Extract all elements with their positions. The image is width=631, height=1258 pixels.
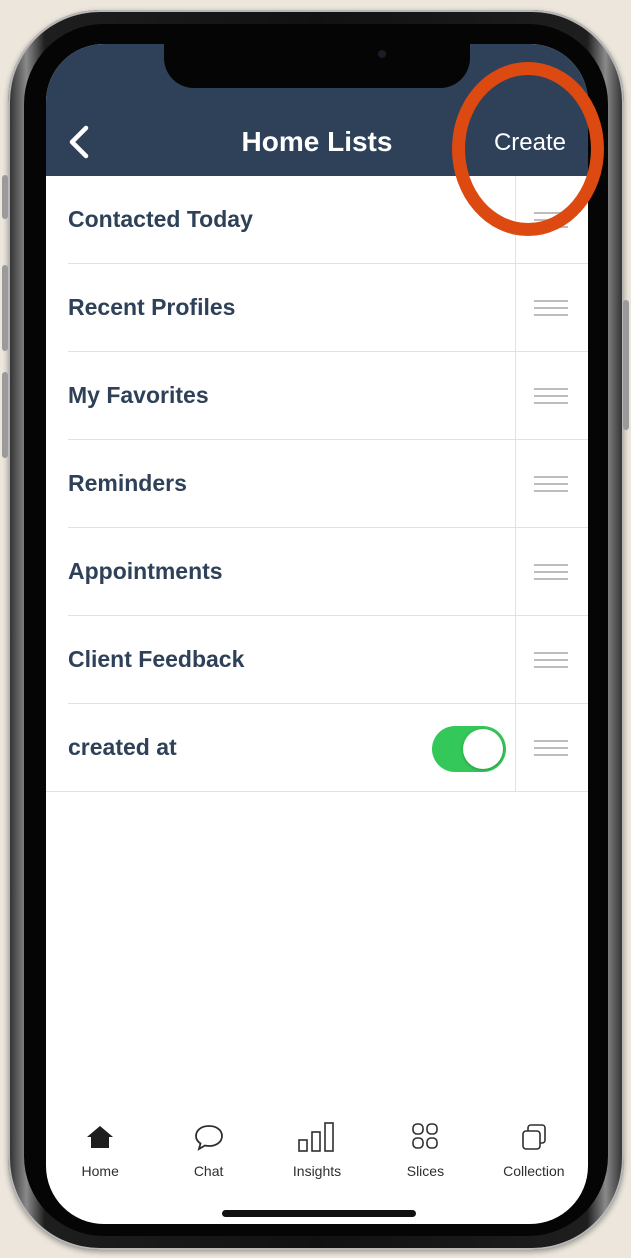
drag-handle-icon[interactable] xyxy=(534,564,568,580)
page-title: Home Lists xyxy=(241,126,393,157)
tab-label: Slices xyxy=(406,1163,445,1179)
list-item-label: Recent Profiles xyxy=(68,294,236,320)
drag-handle-cell xyxy=(515,616,588,704)
list-item-my-favorites[interactable]: My Favorites xyxy=(68,352,588,440)
drag-handle-icon[interactable] xyxy=(534,300,568,316)
list-item-contacted-today[interactable]: Contacted Today xyxy=(68,176,588,264)
tab-label: Insights xyxy=(292,1163,342,1179)
list-item-created-at[interactable]: created at xyxy=(46,704,588,792)
toggle-knob xyxy=(463,729,503,769)
list-item-reminders[interactable]: Reminders xyxy=(68,440,588,528)
drag-handle-cell xyxy=(515,264,588,352)
copy-icon xyxy=(522,1124,546,1150)
tab-home[interactable]: Home xyxy=(46,1118,154,1188)
drag-handle-icon[interactable] xyxy=(534,476,568,492)
drag-handle-cell xyxy=(515,352,588,440)
tab-collection[interactable]: Collection xyxy=(480,1118,588,1188)
list-item-label: Client Feedback xyxy=(68,646,245,672)
drag-handle-icon[interactable] xyxy=(534,740,568,756)
list-item-label: created at xyxy=(68,734,177,760)
screen: Home Lists Create Contacted Today Recent… xyxy=(46,44,588,1224)
tab-insights[interactable]: Insights xyxy=(263,1118,371,1188)
tab-bar: Home Chat Insights Slices Collection xyxy=(46,1118,588,1188)
drag-handle-cell xyxy=(515,440,588,528)
navigation-bar: Home Lists Create xyxy=(46,44,588,176)
tab-slices[interactable]: Slices xyxy=(371,1118,479,1188)
list-item-label: Appointments xyxy=(68,558,223,584)
tab-label: Home xyxy=(81,1163,119,1179)
home-lists: Contacted Today Recent Profiles My Favor… xyxy=(46,176,588,792)
silent-switch xyxy=(2,175,8,219)
created-at-toggle[interactable] xyxy=(432,726,506,772)
chat-bubble-icon xyxy=(194,1125,223,1151)
chevron-left-icon xyxy=(69,125,89,159)
list-item-label: My Favorites xyxy=(68,382,209,408)
drag-handle-icon[interactable] xyxy=(534,212,568,228)
create-button[interactable]: Create xyxy=(494,128,566,158)
tab-label: Chat xyxy=(193,1163,224,1179)
list-item-label: Reminders xyxy=(68,470,187,496)
drag-handle-cell xyxy=(515,528,588,616)
drag-handle-icon[interactable] xyxy=(534,652,568,668)
back-button[interactable] xyxy=(60,120,100,164)
volume-down-button xyxy=(2,372,8,458)
home-icon xyxy=(87,1126,114,1148)
tab-label: Collection xyxy=(503,1163,565,1179)
list-item-label: Contacted Today xyxy=(68,206,253,232)
drag-handle-cell xyxy=(515,704,588,792)
bar-chart-icon xyxy=(298,1122,334,1152)
home-indicator xyxy=(222,1210,416,1217)
list-item-recent-profiles[interactable]: Recent Profiles xyxy=(68,264,588,352)
list-item-appointments[interactable]: Appointments xyxy=(68,528,588,616)
notch xyxy=(164,44,470,88)
camera-dot xyxy=(378,50,386,58)
volume-up-button xyxy=(2,265,8,351)
tab-chat[interactable]: Chat xyxy=(154,1118,262,1188)
grid-icon xyxy=(412,1123,439,1149)
power-button xyxy=(623,300,629,430)
drag-handle-cell xyxy=(515,176,588,264)
list-item-client-feedback[interactable]: Client Feedback xyxy=(68,616,588,704)
drag-handle-icon[interactable] xyxy=(534,388,568,404)
